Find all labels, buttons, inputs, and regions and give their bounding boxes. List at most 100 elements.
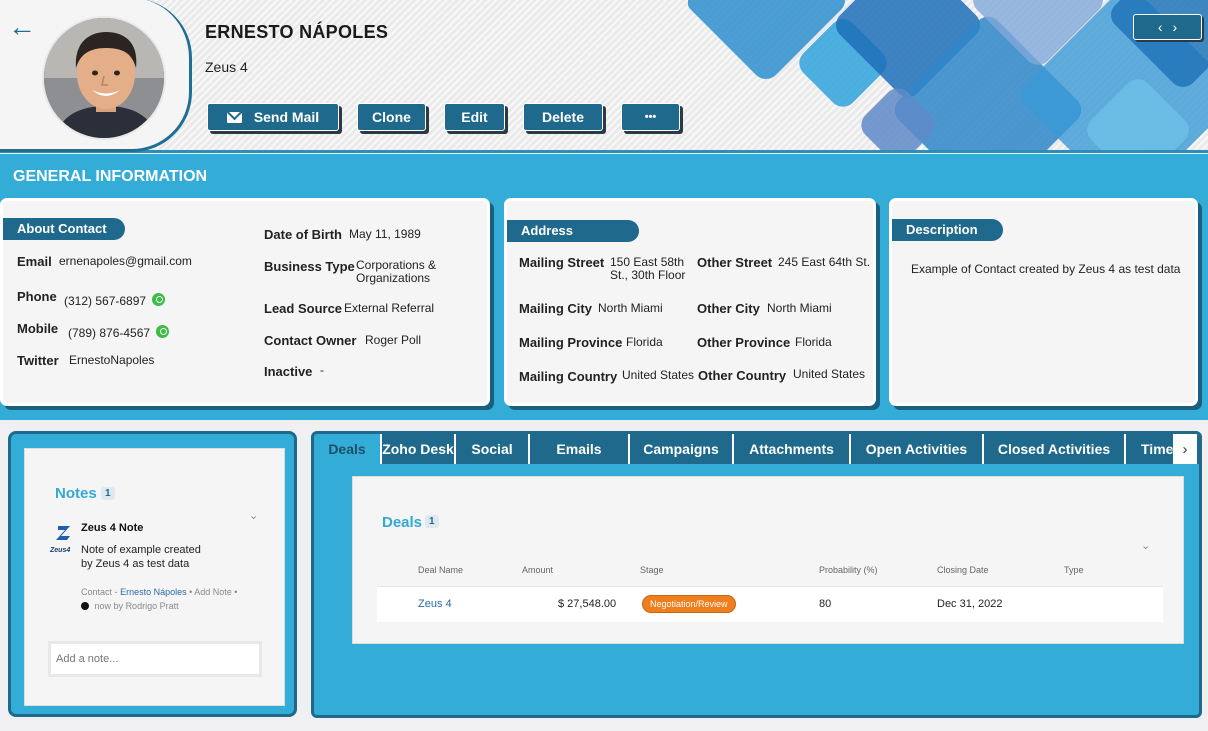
contact-company: Zeus 4 bbox=[205, 59, 248, 75]
add-note-field bbox=[48, 641, 262, 677]
contact-owner-label: Contact Owner bbox=[264, 333, 357, 348]
send-mail-button[interactable]: Send Mail bbox=[207, 103, 339, 131]
about-contact-tag: About Contact bbox=[3, 218, 125, 240]
chevron-down-icon[interactable]: ⌄ bbox=[249, 509, 258, 522]
note-author: Rodrigo Pratt bbox=[125, 601, 179, 611]
business-type-value: Corporations & Organizations bbox=[356, 259, 436, 285]
address-card: Address Mailing Street 150 East 58th St.… bbox=[504, 198, 876, 406]
other-city-label: Other City bbox=[697, 301, 760, 316]
add-note-link[interactable]: • Add Note • bbox=[189, 587, 237, 597]
deals-count-badge: 1 bbox=[425, 515, 439, 528]
twitter-value[interactable]: ErnestoNapoles bbox=[69, 354, 154, 367]
other-province-value: Florida bbox=[795, 335, 832, 349]
tab-campaigns[interactable]: Campaigns bbox=[630, 434, 734, 464]
notes-title: Notes bbox=[55, 485, 97, 502]
contact-header: ← ERNESTO NÁPOLES Zeus 4 Send Mail Clone… bbox=[0, 0, 1208, 153]
description-text: Example of Contact created by Zeus 4 as … bbox=[911, 262, 1181, 276]
avatar bbox=[42, 16, 166, 140]
dob-value: May 11, 1989 bbox=[349, 227, 421, 241]
more-options-button[interactable]: ••• bbox=[621, 103, 680, 131]
whatsapp-icon[interactable] bbox=[156, 325, 170, 338]
business-type-line2: Organizations bbox=[356, 271, 431, 285]
deals-card: Deals 1 ⌄ Deal Name Amount Stage Probabi… bbox=[352, 476, 1184, 644]
note-meta: Contact - Ernesto Nápoles • Add Note • bbox=[81, 587, 237, 597]
mailing-country-value: United States bbox=[622, 368, 695, 382]
record-navigation: ‹ › bbox=[1133, 14, 1202, 40]
mailing-city-value: North Miami bbox=[598, 301, 663, 315]
column-header-deal-name[interactable]: Deal Name bbox=[418, 565, 463, 575]
other-street-label: Other Street bbox=[697, 255, 773, 270]
mailing-street-line2: St., 30th Floor bbox=[610, 268, 686, 282]
mailing-province-label: Mailing Province bbox=[519, 335, 623, 350]
deal-name-link[interactable]: Zeus 4 bbox=[418, 598, 452, 610]
dob-label: Date of Birth bbox=[264, 227, 342, 242]
address-tag: Address bbox=[507, 220, 639, 242]
phone-number[interactable]: (312) 567-6897 bbox=[64, 294, 146, 308]
business-type-label: Business Type bbox=[264, 259, 355, 274]
tab-attachments[interactable]: Attachments bbox=[734, 434, 851, 464]
whatsapp-icon[interactable] bbox=[152, 293, 166, 306]
tab-emails[interactable]: Emails bbox=[530, 434, 630, 464]
deals-title: Deals bbox=[382, 514, 423, 531]
deal-closing-date: Dec 31, 2022 bbox=[937, 598, 1003, 610]
tab-closed-activities[interactable]: Closed Activities bbox=[984, 434, 1126, 464]
note-meta-dash: - bbox=[114, 587, 118, 597]
other-province-label: Other Province bbox=[697, 335, 791, 350]
inactive-label: Inactive bbox=[264, 364, 313, 379]
back-arrow-icon[interactable]: ← bbox=[8, 13, 38, 42]
tab-scroll-right-icon[interactable]: › bbox=[1173, 434, 1197, 464]
note-time: now by bbox=[94, 601, 124, 611]
note-body: Note of example created by Zeus 4 as tes… bbox=[81, 543, 201, 571]
mailing-province-value: Florida bbox=[626, 335, 663, 349]
prev-record-icon[interactable]: ‹ bbox=[1158, 19, 1163, 35]
mobile-number[interactable]: (789) 876-4567 bbox=[68, 326, 150, 340]
column-header-probability[interactable]: Probability (%) bbox=[819, 565, 878, 575]
note-time-meta: now by Rodrigo Pratt bbox=[81, 601, 179, 611]
other-country-label: Other Country bbox=[698, 368, 787, 383]
send-mail-label: Send Mail bbox=[253, 109, 320, 125]
mailing-city-label: Mailing City bbox=[519, 301, 592, 316]
note-meta-module: Contact bbox=[81, 587, 113, 597]
note-contact-link[interactable]: Ernesto Nápoles bbox=[120, 587, 187, 597]
contact-name: ERNESTO NÁPOLES bbox=[205, 22, 389, 42]
notes-count-badge: 1 bbox=[101, 487, 115, 500]
mail-icon bbox=[226, 111, 242, 123]
tab-zoho-desk[interactable]: Zoho Desk bbox=[382, 434, 456, 464]
clone-button[interactable]: Clone bbox=[357, 103, 426, 131]
zeus4-logo: Zeus4 bbox=[50, 524, 78, 554]
column-header-stage[interactable]: Stage bbox=[640, 565, 664, 575]
notes-panel: Notes 1 ⌄ Zeus4 Zeus 4 Note Note of exam… bbox=[8, 431, 297, 717]
note-body-line1: Note of example created bbox=[81, 544, 201, 556]
general-information-title: GENERAL INFORMATION bbox=[13, 168, 208, 185]
edit-button[interactable]: Edit bbox=[444, 103, 505, 131]
general-information-section: GENERAL INFORMATION About Contact Email … bbox=[0, 154, 1208, 420]
column-header-closing-date[interactable]: Closing Date bbox=[937, 565, 989, 575]
mobile-label: Mobile bbox=[17, 321, 59, 336]
delete-button[interactable]: Delete bbox=[523, 103, 603, 131]
twitter-label: Twitter bbox=[17, 353, 59, 368]
lead-source-value: External Referral bbox=[344, 301, 435, 315]
chevron-down-icon[interactable]: ⌄ bbox=[1141, 539, 1150, 552]
inactive-value: - bbox=[320, 363, 324, 377]
column-header-type[interactable]: Type bbox=[1064, 565, 1084, 575]
email-value[interactable]: ernenapoles@gmail.com bbox=[59, 255, 192, 268]
about-contact-card: About Contact Email ernenapoles@gmail.co… bbox=[0, 198, 490, 406]
tab-deals[interactable]: Deals bbox=[314, 434, 382, 464]
column-header-amount[interactable]: Amount bbox=[522, 565, 553, 575]
deal-probability: 80 bbox=[819, 598, 832, 610]
phone-label: Phone bbox=[17, 289, 57, 304]
tab-social[interactable]: Social bbox=[456, 434, 530, 464]
tab-open-activities[interactable]: Open Activities bbox=[851, 434, 984, 464]
other-city-value: North Miami bbox=[767, 301, 832, 315]
next-record-icon[interactable]: › bbox=[1173, 19, 1178, 35]
deal-amount: $ 27,548.00 bbox=[558, 598, 617, 610]
header-decoration bbox=[688, 0, 1208, 153]
other-street-value: 245 East 64th St. bbox=[778, 255, 871, 269]
table-row[interactable]: Zeus 4 $ 27,548.00 Negotiation/Review 80… bbox=[377, 586, 1163, 622]
other-country-value: United States bbox=[793, 367, 866, 381]
related-lists-panel: Deals Zoho Desk Social Emails Campaigns … bbox=[311, 431, 1202, 718]
description-card: Description Example of Contact created b… bbox=[889, 198, 1198, 406]
zeus4-logo-text: Zeus4 bbox=[50, 547, 71, 554]
note-title: Zeus 4 Note bbox=[81, 522, 144, 534]
add-note-input[interactable] bbox=[51, 644, 259, 674]
